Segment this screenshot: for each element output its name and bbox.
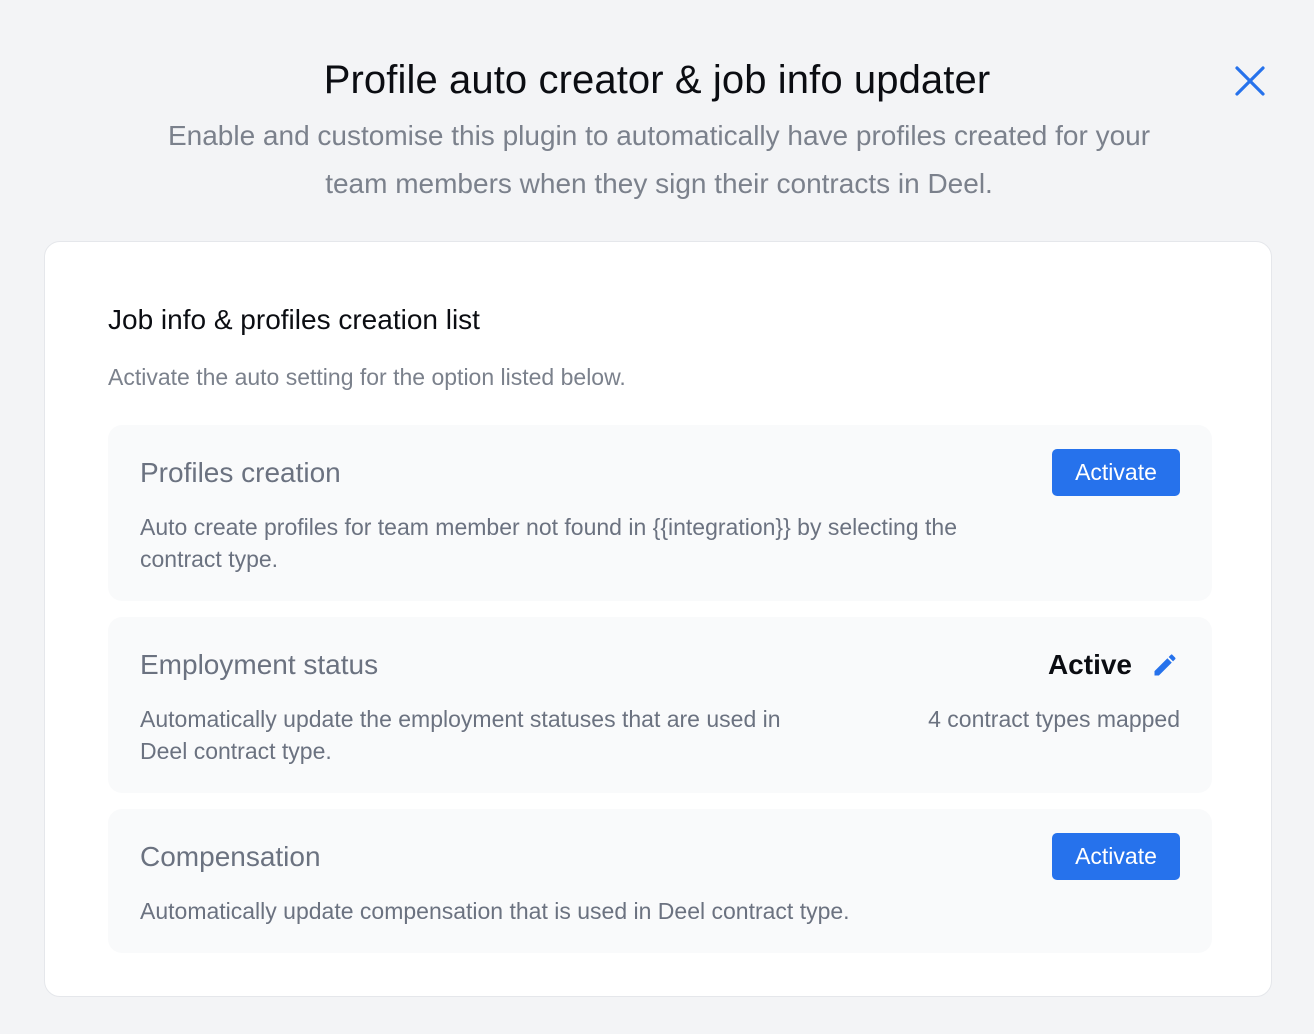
settings-card: Job info & profiles creation list Activa… [44,241,1272,997]
option-description: Auto create profiles for team member not… [140,514,957,572]
mapped-count: 4 contract types mapped [928,706,1180,732]
section-description: Activate the auto setting for the option… [108,364,626,390]
activate-compensation-button[interactable]: Activate [1052,833,1180,880]
modal-subtitle: Enable and customise this plugin to auto… [167,120,1151,199]
option-title: Employment status [140,649,379,680]
modal-title: Profile auto creator & job info updater [323,58,991,102]
close-button[interactable] [1229,60,1271,102]
status-label: Active [1047,649,1132,680]
section-title: Job info & profiles creation list [108,304,480,335]
activate-profiles-creation-button[interactable]: Activate [1052,449,1180,496]
option-description: Automatically update the employment stat… [140,706,781,764]
option-title: Profiles creation [140,457,341,488]
option-compensation: Compensation Activate Automatically upda… [108,809,1212,953]
close-icon [1235,66,1265,96]
pencil-icon [1154,654,1176,676]
option-profiles-creation: Profiles creation Activate Auto create p… [108,425,1212,601]
option-description: Automatically update compensation that i… [140,898,850,924]
edit-employment-status-button[interactable] [1150,650,1180,680]
status-group: Active [1048,647,1180,683]
option-title: Compensation [140,841,321,872]
option-employment-status: Employment status Active Automatically u… [108,617,1212,793]
